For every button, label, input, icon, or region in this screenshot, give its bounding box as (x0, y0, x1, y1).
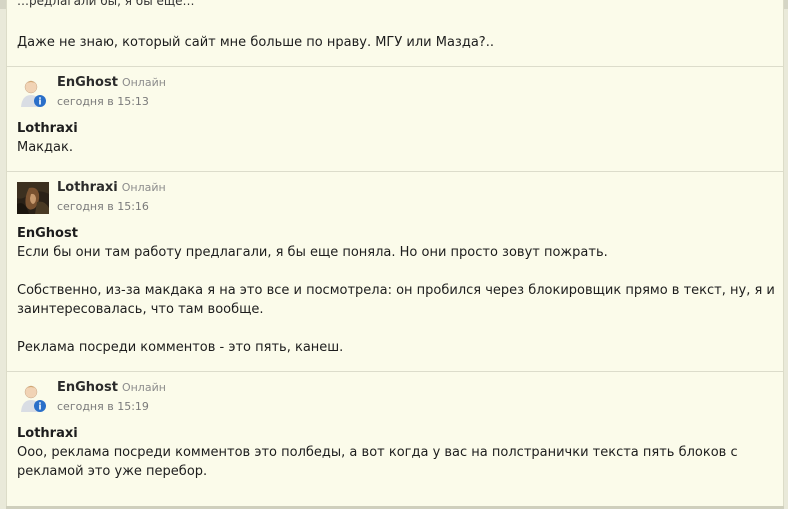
comment-paragraph: Макдак. (17, 140, 73, 155)
author-name[interactable]: EnGhost (57, 380, 118, 395)
comment-date[interactable]: сегодня в 15:19 (57, 400, 149, 413)
reply-to-name[interactable]: EnGhost (17, 224, 777, 243)
comment-author[interactable]: EnGhost Онлайн (57, 380, 166, 395)
comment-paragraph: Собственно, из-за макдака я на это все и… (17, 283, 775, 317)
comment-author[interactable]: EnGhost Онлайн (57, 75, 166, 90)
default-user-avatar-icon[interactable] (17, 77, 49, 109)
previous-comment-cut-text: …редлагали бы, я бы ещё… (17, 0, 195, 8)
comment-body: Lothraxi Ооо, реклама посреди комментов … (17, 424, 777, 481)
online-status: Онлайн (121, 76, 166, 89)
comment-paragraph: Реклама посреди комментов - это пять, ка… (17, 340, 344, 355)
comment-paragraph: Если бы они там работу предлагали, я бы … (17, 245, 608, 260)
author-name[interactable]: Lothraxi (57, 180, 118, 195)
comment: EnGhost Онлайн сегодня в 15:13 Lothraxi М… (7, 66, 783, 171)
reply-to-name[interactable]: Lothraxi (17, 119, 777, 138)
default-user-avatar-icon[interactable] (17, 382, 49, 414)
online-status: Онлайн (121, 381, 166, 394)
comment-date[interactable]: сегодня в 15:16 (57, 200, 149, 213)
comment: Lothraxi Онлайн сегодня в 15:16 EnGhost Е… (7, 171, 783, 371)
comment: EnGhost Онлайн сегодня в 15:19 Lothraxi О… (7, 371, 783, 506)
comments-panel: …редлагали бы, я бы ещё… Даже не знаю, к… (6, 0, 784, 506)
user-avatar-image[interactable] (17, 182, 49, 214)
reply-to-name[interactable]: Lothraxi (17, 424, 777, 443)
comment-body: EnGhost Если бы они там работу предлагал… (17, 224, 777, 357)
comment-author[interactable]: Lothraxi Онлайн (57, 180, 166, 195)
comment-paragraph: Ооо, реклама посреди комментов это полбе… (17, 445, 738, 479)
comment-body: Lothraxi Макдак. (17, 119, 777, 157)
author-name[interactable]: EnGhost (57, 75, 118, 90)
comment-date[interactable]: сегодня в 15:13 (57, 95, 149, 108)
previous-comment-text: Даже не знаю, который сайт мне больше по… (17, 35, 494, 50)
online-status: Онлайн (121, 181, 166, 194)
